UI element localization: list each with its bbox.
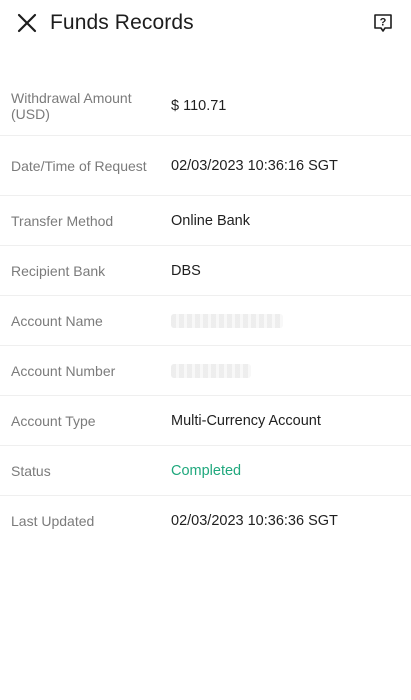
recipient-bank-label: Recipient Bank [11,262,106,279]
detail-row-account-number: Account Number [0,346,411,396]
request-datetime-label: Date/Time of Request [11,157,147,174]
detail-row-last-updated: Last Updated 02/03/2023 10:36:36 SGT [0,496,411,546]
close-icon [17,13,37,33]
detail-row-account-name: Account Name [0,296,411,346]
close-button[interactable] [14,10,40,36]
detail-row-recipient-bank: Recipient Bank DBS [0,246,411,296]
detail-row-account-type: Account Type Multi-Currency Account [0,396,411,446]
detail-row-transfer-method: Transfer Method Online Bank [0,196,411,246]
help-button[interactable]: ? [372,12,394,34]
withdrawal-amount-value: $ 110.71 [171,97,227,114]
recipient-bank-value: DBS [171,262,201,279]
detail-row-request-datetime: Date/Time of Request 02/03/2023 10:36:16… [0,136,411,196]
status-value: Completed [171,462,242,479]
page-title: Funds Records [50,11,194,34]
account-type-value: Multi-Currency Account [171,412,321,429]
transfer-method-value: Online Bank [171,212,250,229]
details-list: Withdrawal Amount (USD) $ 110.71 Date/Ti… [0,76,411,546]
request-datetime-value: 02/03/2023 10:36:16 SGT [171,157,338,174]
account-name-label: Account Name [11,312,103,329]
transfer-method-label: Transfer Method [11,212,114,229]
last-updated-value: 02/03/2023 10:36:36 SGT [171,513,338,529]
help-icon: ? [374,14,392,32]
status-label: Status [11,462,51,479]
detail-row-status: Status Completed [0,446,411,496]
account-type-label: Account Type [11,412,96,429]
withdrawal-amount-label: Withdrawal Amount (USD) [11,89,132,122]
last-updated-label: Last Updated [11,513,95,529]
account-number-redacted [171,363,251,378]
detail-row-withdrawal-amount: Withdrawal Amount (USD) $ 110.71 [0,76,411,136]
svg-text:?: ? [380,17,387,29]
account-number-label: Account Number [11,362,116,379]
funds-records-screen: Funds Records ? Withdrawal Amount (USD) … [0,0,411,700]
header: Funds Records ? [0,0,411,46]
account-name-redacted [171,313,283,328]
